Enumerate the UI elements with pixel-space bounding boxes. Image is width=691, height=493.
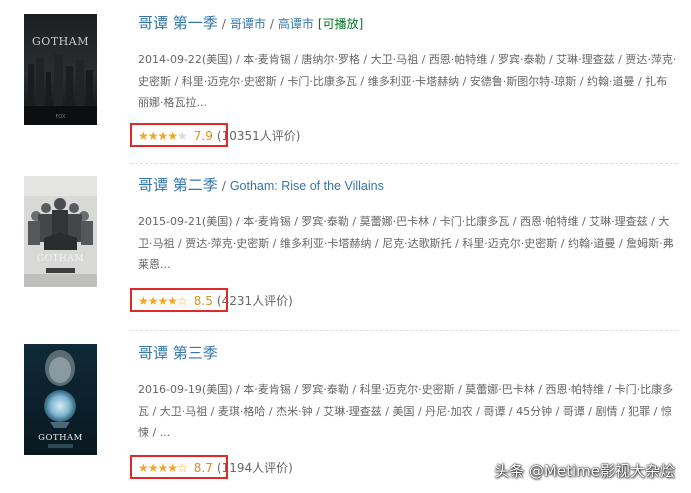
poster-image[interactable]: GOTHAM xyxy=(24,344,97,455)
highlight-box xyxy=(130,455,228,479)
title-separator: / xyxy=(221,179,226,193)
svg-text:FOX: FOX xyxy=(56,114,66,120)
highlight-box xyxy=(130,288,228,312)
playable-badge[interactable]: [可播放] xyxy=(318,17,363,31)
highlight-box xyxy=(130,123,228,147)
meta-text: 2016-09-19(美国) / 本·麦肯锡 / 罗宾·泰勒 / 科里·迈克尔·… xyxy=(138,383,674,439)
title-link[interactable]: 哥谭 第三季 xyxy=(138,344,218,362)
svg-text:GOTHAM: GOTHAM xyxy=(38,433,83,443)
divider xyxy=(130,163,678,164)
poster-image[interactable]: GOTHAM FOX xyxy=(24,14,97,125)
title-link[interactable]: 哥谭 第一季 xyxy=(138,14,218,32)
title-line: 哥谭 第三季 xyxy=(138,344,218,363)
rating-count[interactable]: (10351人评价) xyxy=(217,129,301,143)
rating-count[interactable]: (1194人评价) xyxy=(217,461,293,475)
svg-text:GOTHAM: GOTHAM xyxy=(37,254,84,264)
svg-text:GOTHAM: GOTHAM xyxy=(32,35,89,48)
rating-count[interactable]: (4231人评价) xyxy=(217,294,293,308)
poster-image[interactable]: GOTHAM xyxy=(24,176,97,287)
alt-title-link[interactable]: 高谭市 xyxy=(278,17,314,31)
meta-text: 2015-09-21(美国) / 本·麦肯锡 / 罗宾·泰勒 / 莫蕾娜·巴卡林… xyxy=(138,215,674,271)
watermark: 头条 @Metime影视大杂烩 xyxy=(494,462,675,480)
meta-text: 2014-09-22(美国) / 本·麦肯锡 / 唐纳尔·罗格 / 大卫·马祖 … xyxy=(138,53,677,109)
title-link[interactable]: 哥谭 第二季 xyxy=(138,176,218,194)
title-separator: / xyxy=(221,17,226,31)
divider xyxy=(130,330,678,331)
title-separator: / xyxy=(269,17,274,31)
alt-title-link[interactable]: Gotham: Rise of the Villains xyxy=(230,179,384,193)
title-line: 哥谭 第二季 / Gotham: Rise of the Villains xyxy=(138,176,384,195)
title-line: 哥谭 第一季 / 哥谭市 / 高谭市 [可播放] xyxy=(138,14,363,33)
alt-title-link[interactable]: 哥谭市 xyxy=(230,17,266,31)
